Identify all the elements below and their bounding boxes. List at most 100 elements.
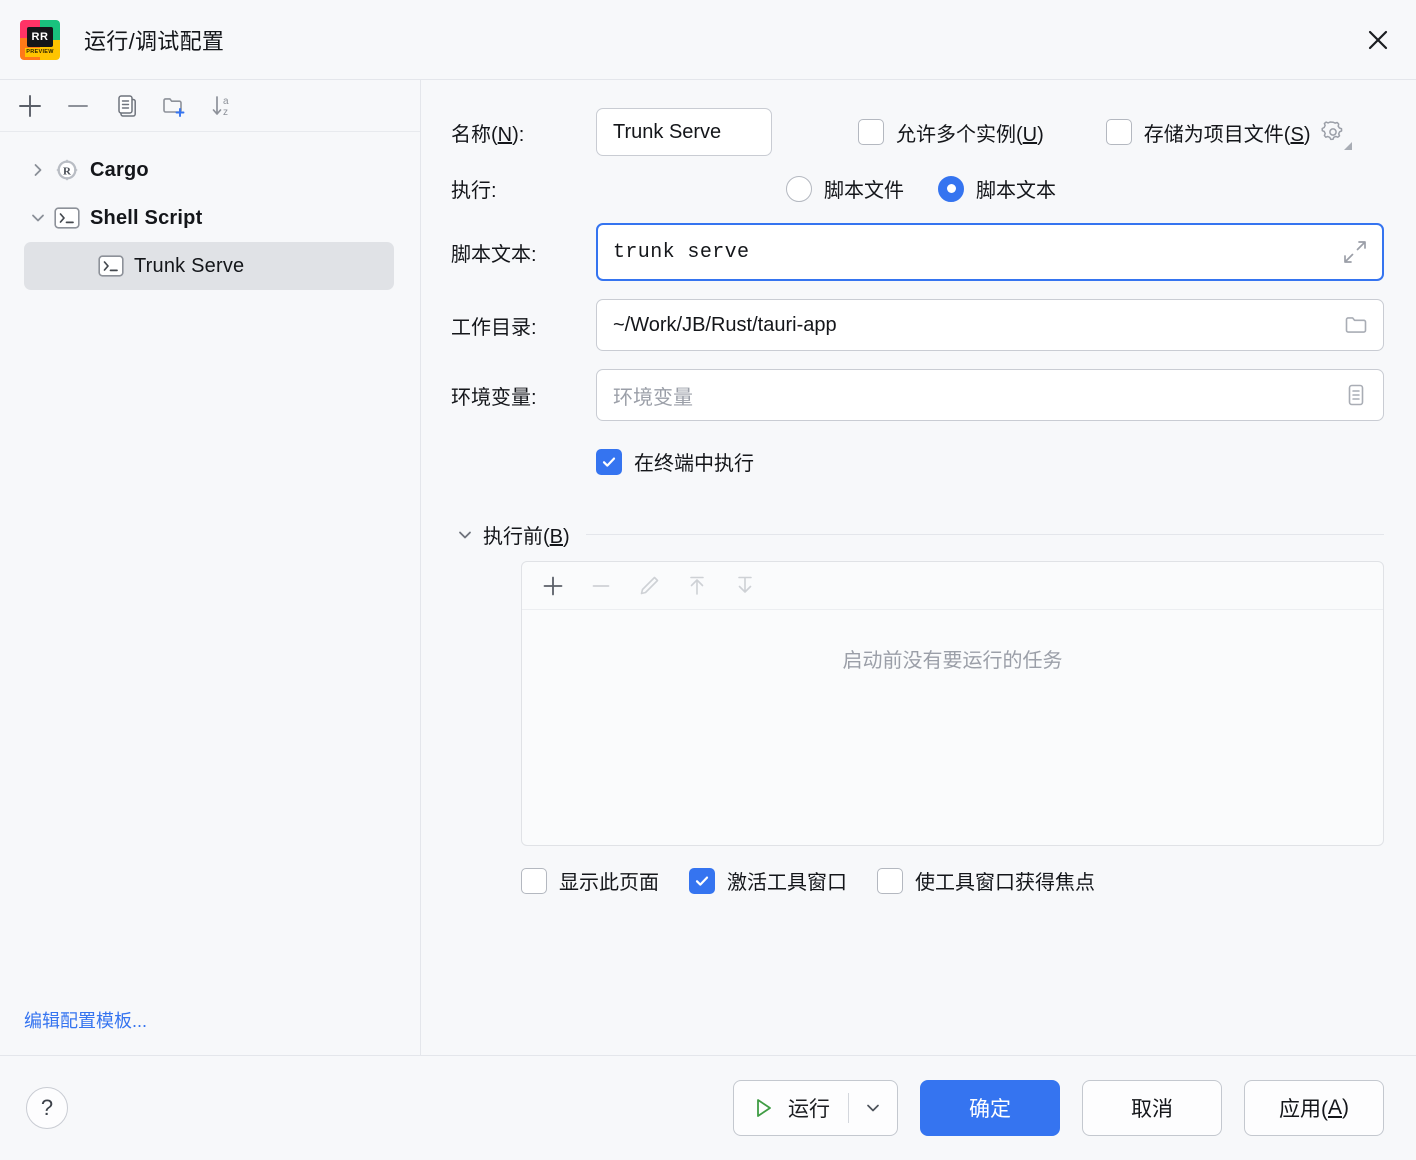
allow-multiple-instances-label: 允许多个实例(U) (896, 118, 1044, 147)
chevron-down-icon (456, 526, 474, 544)
add-task-button[interactable] (532, 567, 574, 605)
app-icon-badge: PREVIEW (25, 48, 55, 57)
move-task-up-button[interactable] (676, 567, 718, 605)
radio-script-text-label: 脚本文本 (976, 174, 1056, 203)
checkbox-box (689, 868, 715, 894)
checkbox-box (521, 868, 547, 894)
before-launch-header: 执行前(B) (451, 520, 1384, 549)
sidebar-toolbar: a z (0, 80, 420, 132)
checkbox-box (1106, 119, 1132, 145)
copy-icon (112, 92, 140, 120)
run-button-label: 运行 (788, 1093, 830, 1123)
arrow-down-icon (732, 573, 758, 599)
folder-add-icon (159, 91, 189, 121)
folder-icon (1343, 312, 1369, 338)
remove-configuration-button[interactable] (56, 86, 100, 126)
list-icon (1343, 382, 1369, 408)
terminal-icon (96, 255, 126, 277)
radio-script-file-label: 脚本文件 (824, 174, 904, 203)
run-debug-configurations-dialog: RR PREVIEW 运行/调试配置 (0, 0, 1416, 1160)
run-in-terminal-checkbox[interactable]: 在终端中执行 (596, 447, 754, 476)
minus-icon (63, 91, 93, 121)
execute-label: 执行: (451, 174, 596, 203)
edit-configuration-templates-link[interactable]: 编辑配置模板... (24, 1011, 147, 1031)
allow-multiple-instances-checkbox[interactable]: 允许多个实例(U) (858, 118, 1044, 147)
store-settings-gear-button[interactable] (1314, 113, 1352, 151)
expand-script-text-button[interactable] (1338, 235, 1372, 269)
tree-item-label: Shell Script (90, 207, 202, 230)
tree-item-cargo[interactable]: R Cargo (0, 146, 420, 194)
check-icon (693, 872, 711, 890)
browse-working-directory-button[interactable] (1339, 308, 1373, 342)
radio-ring (786, 176, 812, 202)
plus-icon (540, 573, 566, 599)
environment-variables-placeholder: 环境变量 (613, 381, 693, 410)
run-split-button[interactable]: 运行 (733, 1080, 898, 1136)
focus-tool-window-label: 使工具窗口获得焦点 (915, 866, 1095, 895)
chevron-down-icon[interactable] (24, 209, 52, 227)
working-directory-input[interactable]: ~/Work/JB/Rust/tauri-app (596, 299, 1384, 351)
run-button[interactable]: 运行 (734, 1081, 848, 1135)
terminal-icon (52, 207, 82, 229)
working-directory-label: 工作目录: (451, 311, 596, 340)
apply-button[interactable]: 应用(A) (1244, 1080, 1384, 1136)
radio-script-file[interactable]: 脚本文件 (786, 174, 904, 203)
script-text-input[interactable]: trunk serve (596, 223, 1384, 281)
before-launch-title: 执行前(B) (483, 520, 570, 549)
pencil-icon (636, 573, 662, 599)
dialog-title: 运行/调试配置 (84, 24, 224, 56)
name-label: 名称(N): (451, 118, 596, 147)
script-text-value: trunk serve (613, 241, 749, 264)
configurations-tree: R Cargo (0, 132, 420, 1007)
move-task-down-button[interactable] (724, 567, 766, 605)
tree-item-trunk-serve[interactable]: Trunk Serve (24, 242, 394, 290)
checkbox-box (858, 119, 884, 145)
plus-icon (15, 91, 45, 121)
checkbox-box (596, 449, 622, 475)
run-in-terminal-row: 在终端中执行 (451, 447, 1384, 476)
new-folder-button[interactable] (152, 86, 196, 126)
store-as-project-file-checkbox[interactable]: 存储为项目文件(S) (1106, 118, 1311, 147)
environment-variables-input[interactable]: 环境变量 (596, 369, 1384, 421)
working-directory-value: ~/Work/JB/Rust/tauri-app (613, 314, 837, 337)
remove-task-button[interactable] (580, 567, 622, 605)
store-as-project-file-label: 存储为项目文件(S) (1144, 118, 1311, 147)
radio-script-text[interactable]: 脚本文本 (938, 174, 1056, 203)
app-icon-text: RR (27, 27, 53, 47)
run-dropdown-button[interactable] (849, 1081, 897, 1135)
show-this-page-checkbox[interactable]: 显示此页面 (521, 866, 659, 895)
name-input-value: Trunk Serve (613, 121, 721, 144)
sort-configurations-button[interactable]: a z (200, 86, 244, 126)
before-launch-empty-text: 启动前没有要运行的任务 (522, 610, 1383, 845)
edit-environment-variables-button[interactable] (1339, 378, 1373, 412)
dialog-footer: ? 运行 确定 取消 应用(A) (0, 1056, 1416, 1160)
activate-tool-window-checkbox[interactable]: 激活工具窗口 (689, 866, 847, 895)
dialog-titlebar: RR PREVIEW 运行/调试配置 (0, 0, 1416, 80)
chevron-right-icon[interactable] (24, 161, 52, 179)
edit-task-button[interactable] (628, 567, 670, 605)
before-launch-task-list: 启动前没有要运行的任务 (521, 561, 1384, 846)
check-icon (600, 453, 618, 471)
configurations-sidebar: a z R (0, 80, 421, 1055)
close-button[interactable] (1354, 16, 1402, 64)
environment-variables-label: 环境变量: (451, 381, 596, 410)
cancel-button[interactable]: 取消 (1082, 1080, 1222, 1136)
minus-icon (588, 573, 614, 599)
execute-row: 执行: 脚本文件 脚本文本 (451, 174, 1384, 203)
expand-icon (1342, 239, 1368, 265)
tree-item-shell-script[interactable]: Shell Script (0, 194, 420, 242)
radio-ring (938, 176, 964, 202)
show-this-page-label: 显示此页面 (559, 866, 659, 895)
working-directory-row: 工作目录: ~/Work/JB/Rust/tauri-app (451, 299, 1384, 351)
focus-tool-window-checkbox[interactable]: 使工具窗口获得焦点 (877, 866, 1095, 895)
activate-tool-window-label: 激活工具窗口 (727, 866, 847, 895)
play-icon (750, 1095, 776, 1121)
copy-configuration-button[interactable] (104, 86, 148, 126)
help-button[interactable]: ? (26, 1087, 68, 1129)
name-input[interactable]: Trunk Serve (596, 108, 772, 156)
add-configuration-button[interactable] (8, 86, 52, 126)
svg-text:R: R (63, 166, 72, 178)
script-text-row: 脚本文本: trunk serve (451, 223, 1384, 281)
ok-button[interactable]: 确定 (920, 1080, 1060, 1136)
before-launch-collapse-toggle[interactable] (451, 526, 479, 544)
